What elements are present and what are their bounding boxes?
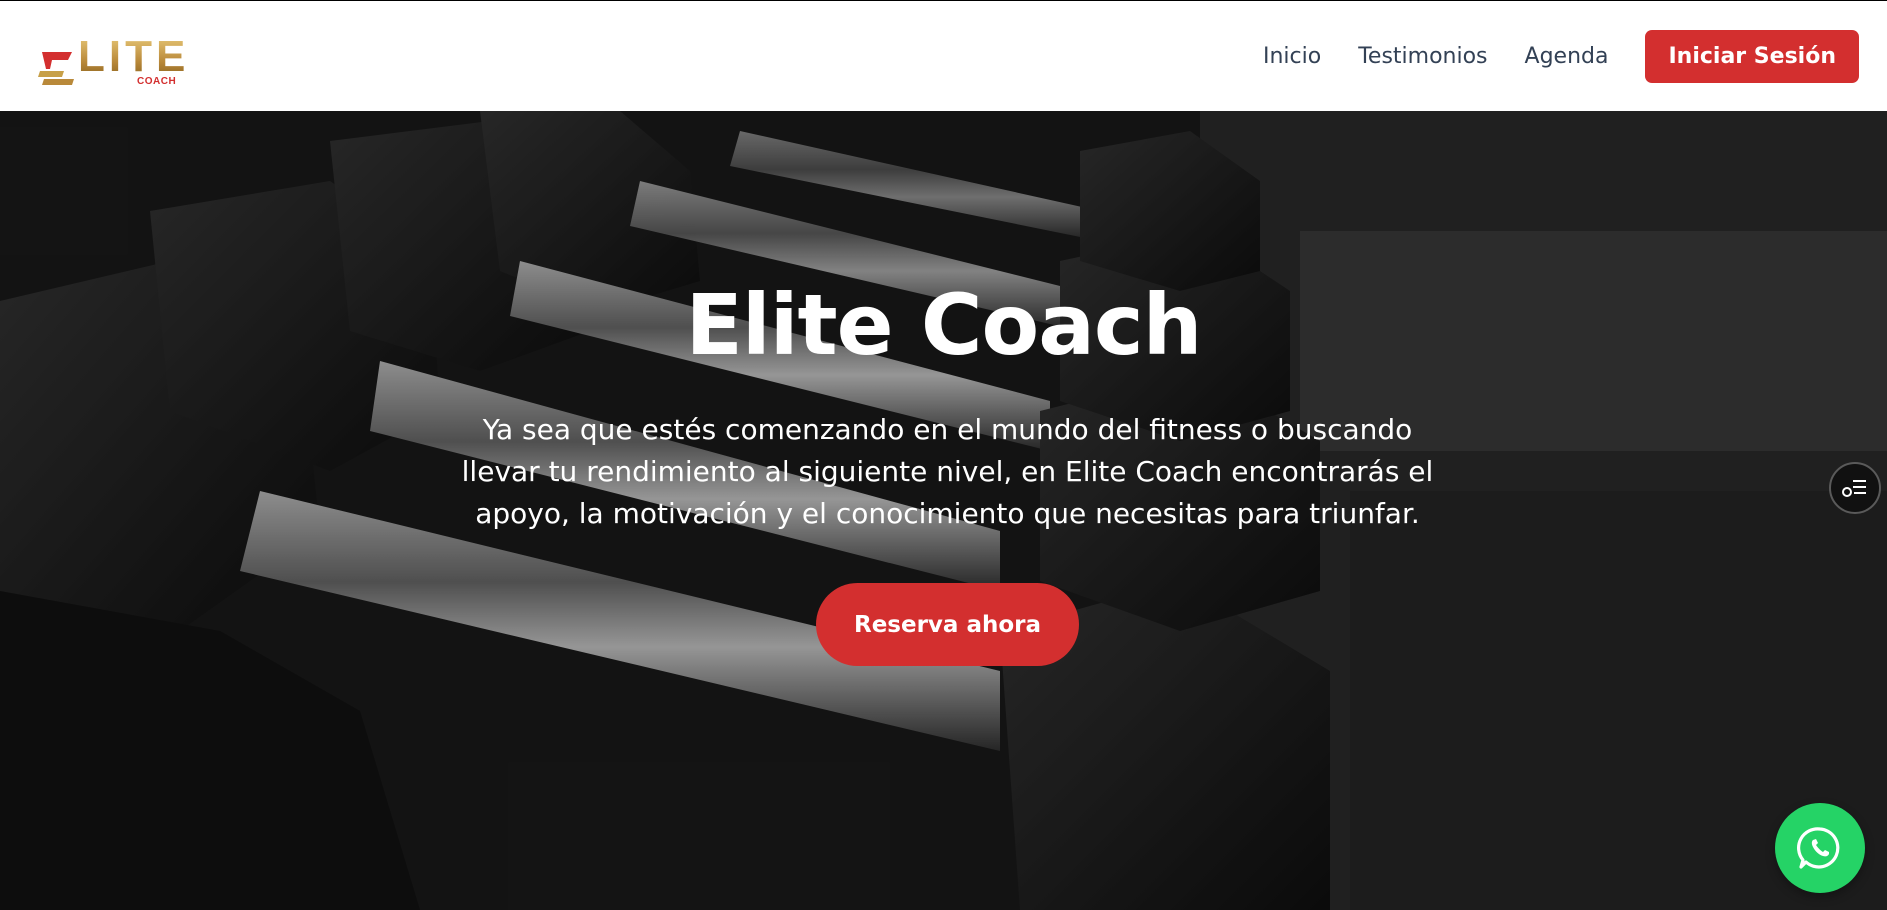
main-nav: Inicio Testimonios Agenda Iniciar Sesión [1263, 29, 1859, 83]
logo-subtitle: COACH [137, 76, 177, 87]
navbar: LITE COACH Inicio Testimonios Agenda Ini… [0, 1, 1887, 111]
logo-wordmark: LITE [78, 32, 190, 81]
whatsapp-icon [1797, 827, 1840, 869]
hero-title: Elite Coach [685, 276, 1203, 374]
accessibility-menu-button[interactable] [1829, 462, 1881, 514]
nav-link-testimonios[interactable]: Testimonios [1358, 44, 1487, 69]
hero-section: Elite Coach Ya sea que estés comenzando … [0, 111, 1887, 910]
nav-link-agenda[interactable]: Agenda [1525, 44, 1609, 69]
brand-logo[interactable]: LITE COACH [38, 25, 185, 87]
logo-e-mark-icon [38, 52, 74, 85]
reserve-now-button[interactable]: Reserva ahora [816, 583, 1079, 666]
nav-link-inicio[interactable]: Inicio [1263, 44, 1321, 69]
login-button[interactable]: Iniciar Sesión [1645, 29, 1859, 83]
hero-description: Ya sea que estés comenzando en el mundo … [461, 413, 1434, 530]
whatsapp-button[interactable] [1775, 803, 1865, 893]
accessibility-menu-icon [1842, 480, 1866, 497]
